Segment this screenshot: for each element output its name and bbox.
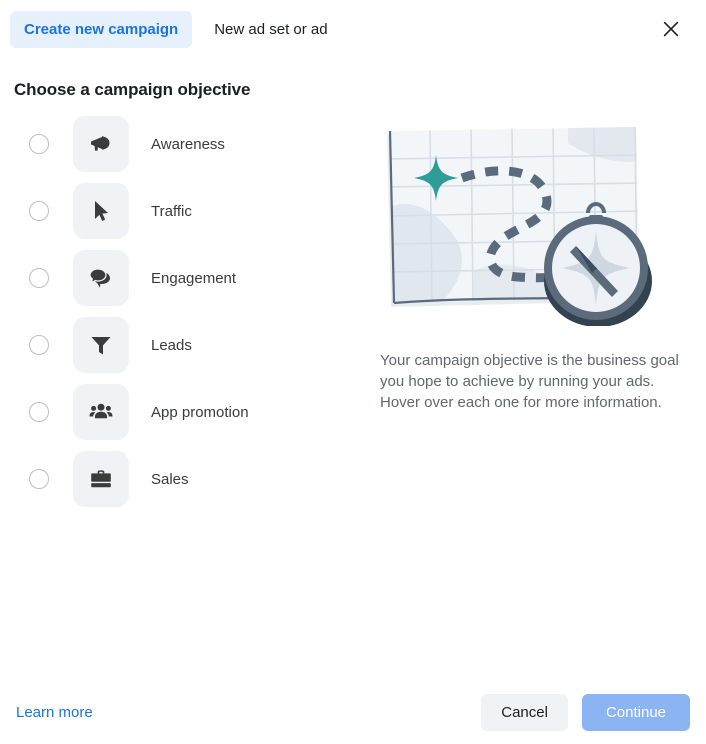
objective-info-panel: Your campaign objective is the business … (364, 116, 694, 518)
radio-traffic[interactable] (29, 201, 49, 221)
close-button[interactable] (654, 12, 688, 46)
megaphone-icon (73, 116, 129, 172)
radio-sales[interactable] (29, 469, 49, 489)
objective-helper-text: Your campaign objective is the business … (380, 352, 679, 411)
dialog-body: Choose a campaign objective Awareness Tr… (0, 80, 706, 518)
learn-more-link[interactable]: Learn more (16, 704, 93, 721)
objective-option-engagement[interactable]: Engagement (12, 250, 364, 306)
objective-option-awareness[interactable]: Awareness (12, 116, 364, 172)
content-columns: Awareness Traffic Engagement Leads App p… (12, 116, 694, 518)
cursor-icon (73, 183, 129, 239)
cancel-button[interactable]: Cancel (481, 693, 568, 731)
objective-option-leads[interactable]: Leads (12, 317, 364, 373)
radio-app-promotion[interactable] (29, 402, 49, 422)
objective-label: App promotion (151, 403, 249, 421)
funnel-icon (73, 317, 129, 373)
objective-label: Traffic (151, 202, 192, 220)
dialog-footer: Learn more Cancel Continue (0, 680, 706, 744)
chat-bubbles-icon (73, 250, 129, 306)
radio-awareness[interactable] (29, 134, 49, 154)
radio-leads[interactable] (29, 335, 49, 355)
dialog-header: Create new campaign New ad set or ad (0, 0, 706, 58)
people-icon (73, 384, 129, 440)
close-icon (663, 21, 679, 37)
briefcase-icon (73, 451, 129, 507)
objective-label: Sales (151, 470, 189, 488)
tab-new-ad-set-or-ad[interactable]: New ad set or ad (200, 11, 341, 48)
tab-create-new-campaign[interactable]: Create new campaign (10, 10, 193, 48)
page-title: Choose a campaign objective (14, 80, 251, 99)
objective-option-traffic[interactable]: Traffic (12, 183, 364, 239)
objective-label: Leads (151, 336, 192, 354)
map-with-compass-illustration (378, 121, 668, 326)
radio-engagement[interactable] (29, 268, 49, 288)
objective-label: Engagement (151, 269, 237, 287)
objective-label: Awareness (151, 135, 225, 153)
objective-option-sales[interactable]: Sales (12, 451, 364, 507)
objective-option-app-promotion[interactable]: App promotion (12, 384, 364, 440)
continue-button[interactable]: Continue (581, 693, 690, 731)
objective-list: Awareness Traffic Engagement Leads App p… (12, 116, 364, 518)
